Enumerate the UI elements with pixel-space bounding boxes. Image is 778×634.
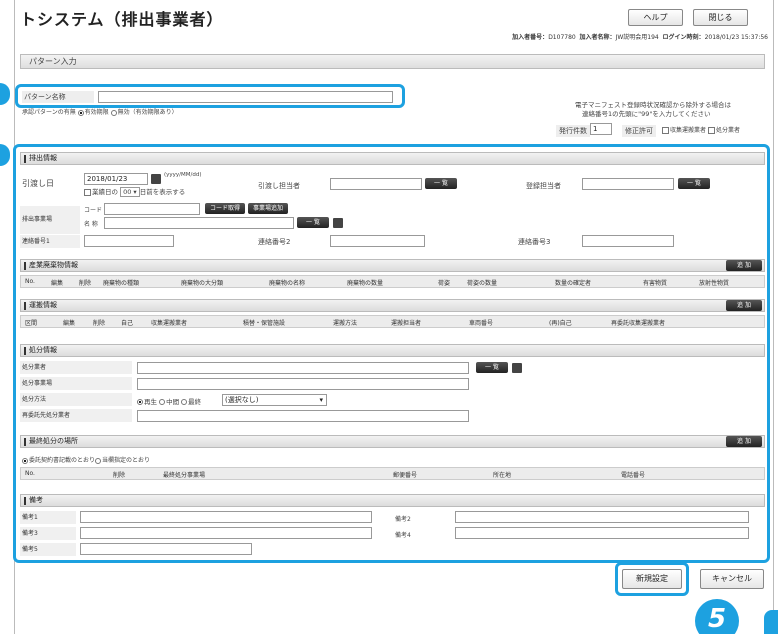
final-opt1-radio[interactable] xyxy=(22,457,28,464)
issue-count-input[interactable]: 1 xyxy=(590,123,612,135)
handover-date-label: 引渡し日 xyxy=(22,179,54,188)
remark2-label: 備考2 xyxy=(395,516,411,523)
site-add-button[interactable]: 事業場追加 xyxy=(248,203,288,214)
page-title-bar: パターン入力 xyxy=(20,54,765,69)
handover-date-input[interactable]: 2018/01/23 xyxy=(84,173,148,185)
remark3-input[interactable] xyxy=(80,527,372,539)
holiday-row: 業績日の 00 ▾ 日前を表示する xyxy=(84,186,185,197)
remark3-label: 備考3 xyxy=(20,527,76,540)
chevron-down-icon: ▾ xyxy=(319,396,323,404)
transport-add-button[interactable]: 追 加 xyxy=(726,300,762,311)
processor-checkbox[interactable] xyxy=(707,127,715,134)
site-list-button[interactable]: 一 覧 xyxy=(297,217,329,228)
registrar-list-button[interactable]: 一 覧 xyxy=(678,178,710,189)
remark5-input[interactable] xyxy=(80,543,252,555)
step-badge-edge xyxy=(0,83,10,105)
site-detail-icon[interactable] xyxy=(333,218,343,228)
edit-permission-label: 修正許可 xyxy=(622,125,656,137)
approval-opt1-radio[interactable] xyxy=(77,109,84,116)
edit-permission-options: 収集運搬業者 処分業者 xyxy=(662,125,740,134)
reconsign-input[interactable] xyxy=(137,410,469,422)
holiday-select[interactable]: 00 ▾ xyxy=(120,187,140,197)
final-table-header: No. 削除 最終処分事業場 郵便番号 所在地 電話番号 xyxy=(20,467,765,480)
holiday-checkbox[interactable] xyxy=(84,188,91,196)
notice-line2: 連絡番号1の先頭に"99"を入力してください xyxy=(582,110,711,118)
issue-count-label: 発行件数 xyxy=(556,125,590,137)
disposal-method-label: 処分方法 xyxy=(20,393,132,406)
submit-highlight xyxy=(615,562,689,596)
final-options: 委託契約書記載のとおり 当欄指定のとおり xyxy=(22,455,150,464)
handover-person-list-button[interactable]: 一 覧 xyxy=(425,178,457,189)
remark4-label: 備考4 xyxy=(395,532,411,539)
site-name-input[interactable] xyxy=(104,217,294,229)
remark1-label: 備考1 xyxy=(20,511,76,524)
disposal-company-input[interactable] xyxy=(137,362,469,374)
disposal-method-options: 再生 中間 最終 xyxy=(137,396,201,406)
emission-site-label: 排出事業場 xyxy=(20,206,80,234)
disposal-method-select[interactable]: (選択なし) ▾ xyxy=(222,394,327,406)
reconsign-label: 再委託先処分業者 xyxy=(20,409,132,422)
section-disposal: 処分情報 xyxy=(20,344,765,357)
contact3-input[interactable] xyxy=(582,235,674,247)
contact1-input[interactable] xyxy=(84,235,174,247)
login-info: 加入者番号：D107780 加入者名称：JW説明会用194 ログイン時刻：201… xyxy=(512,34,768,41)
section-remarks: 備考 xyxy=(20,494,765,507)
transport-table-header: 区間 編集 削除 自己 収集運搬業者 積替・保管施設 運搬方法 運搬担当者 車両番号 (再)自己再… xyxy=(20,315,765,328)
site-name-label: 名 称 xyxy=(84,221,98,228)
disposal-site-input[interactable] xyxy=(137,378,469,390)
method-final-radio[interactable] xyxy=(181,399,188,405)
handover-person-input[interactable] xyxy=(330,178,422,190)
industrial-table-header: No. 編集 削除 廃棄物の種類 廃棄物の大分類 廃棄物の名称 廃棄物の数量 荷姿 荷姿の数量数… xyxy=(20,275,765,288)
handover-person-label: 引渡し担当者 xyxy=(258,182,300,190)
step-badge-right-edge xyxy=(764,610,778,634)
contact2-label: 連絡番号2 xyxy=(258,238,291,246)
remark2-input[interactable] xyxy=(455,511,749,523)
industrial-add-button[interactable]: 追 加 xyxy=(726,260,762,271)
collector-checkbox[interactable] xyxy=(662,127,669,134)
step-badge-edge-2 xyxy=(0,144,10,166)
site-code-label: コード xyxy=(84,207,103,214)
registrar-label: 登録担当者 xyxy=(526,182,561,190)
site-code-input[interactable] xyxy=(104,203,200,215)
approval-row: 承認パターンの有無 有効期限 無効（有効期限あり） xyxy=(22,109,178,116)
section-final-disposal: 最終処分の場所 xyxy=(20,435,765,448)
date-format-hint: (yyyy/MM/dd) xyxy=(164,172,202,178)
disposal-site-label: 処分事業場 xyxy=(20,377,132,390)
final-opt2-radio[interactable] xyxy=(95,457,102,464)
pattern-name-highlight xyxy=(15,84,405,108)
registrar-input[interactable] xyxy=(582,178,674,190)
approval-opt2-radio[interactable] xyxy=(110,109,117,116)
contact1-label: 連絡番号1 xyxy=(20,235,80,248)
remark1-input[interactable] xyxy=(80,511,372,523)
calendar-icon[interactable] xyxy=(151,174,161,184)
app-root: トシステム（排出事業者） ヘルプ 閉じる 加入者番号：D107780 加入者名称… xyxy=(0,0,778,634)
final-add-button[interactable]: 追 加 xyxy=(726,436,762,447)
disposal-company-label: 処分業者 xyxy=(20,361,132,374)
cancel-button[interactable]: キャンセル xyxy=(700,569,764,589)
remark4-input[interactable] xyxy=(455,527,749,539)
method-recycle-radio[interactable] xyxy=(137,399,143,405)
help-button[interactable]: ヘルプ xyxy=(628,9,683,26)
close-button[interactable]: 閉じる xyxy=(693,9,748,26)
disposal-list-button[interactable]: 一 覧 xyxy=(476,362,508,373)
remark5-label: 備考5 xyxy=(20,543,76,556)
disposal-detail-icon[interactable] xyxy=(512,363,522,373)
method-intermediate-radio[interactable] xyxy=(159,399,166,405)
contact3-label: 連絡番号3 xyxy=(518,238,551,246)
contact2-input[interactable] xyxy=(330,235,425,247)
code-fetch-button[interactable]: コード取得 xyxy=(205,203,245,214)
app-title: トシステム（排出事業者） xyxy=(20,10,224,29)
section-industrial-waste: 産業廃棄物情報 xyxy=(20,259,765,272)
section-transport: 運搬情報 xyxy=(20,299,765,312)
section-emission: 排出情報 xyxy=(20,152,765,165)
